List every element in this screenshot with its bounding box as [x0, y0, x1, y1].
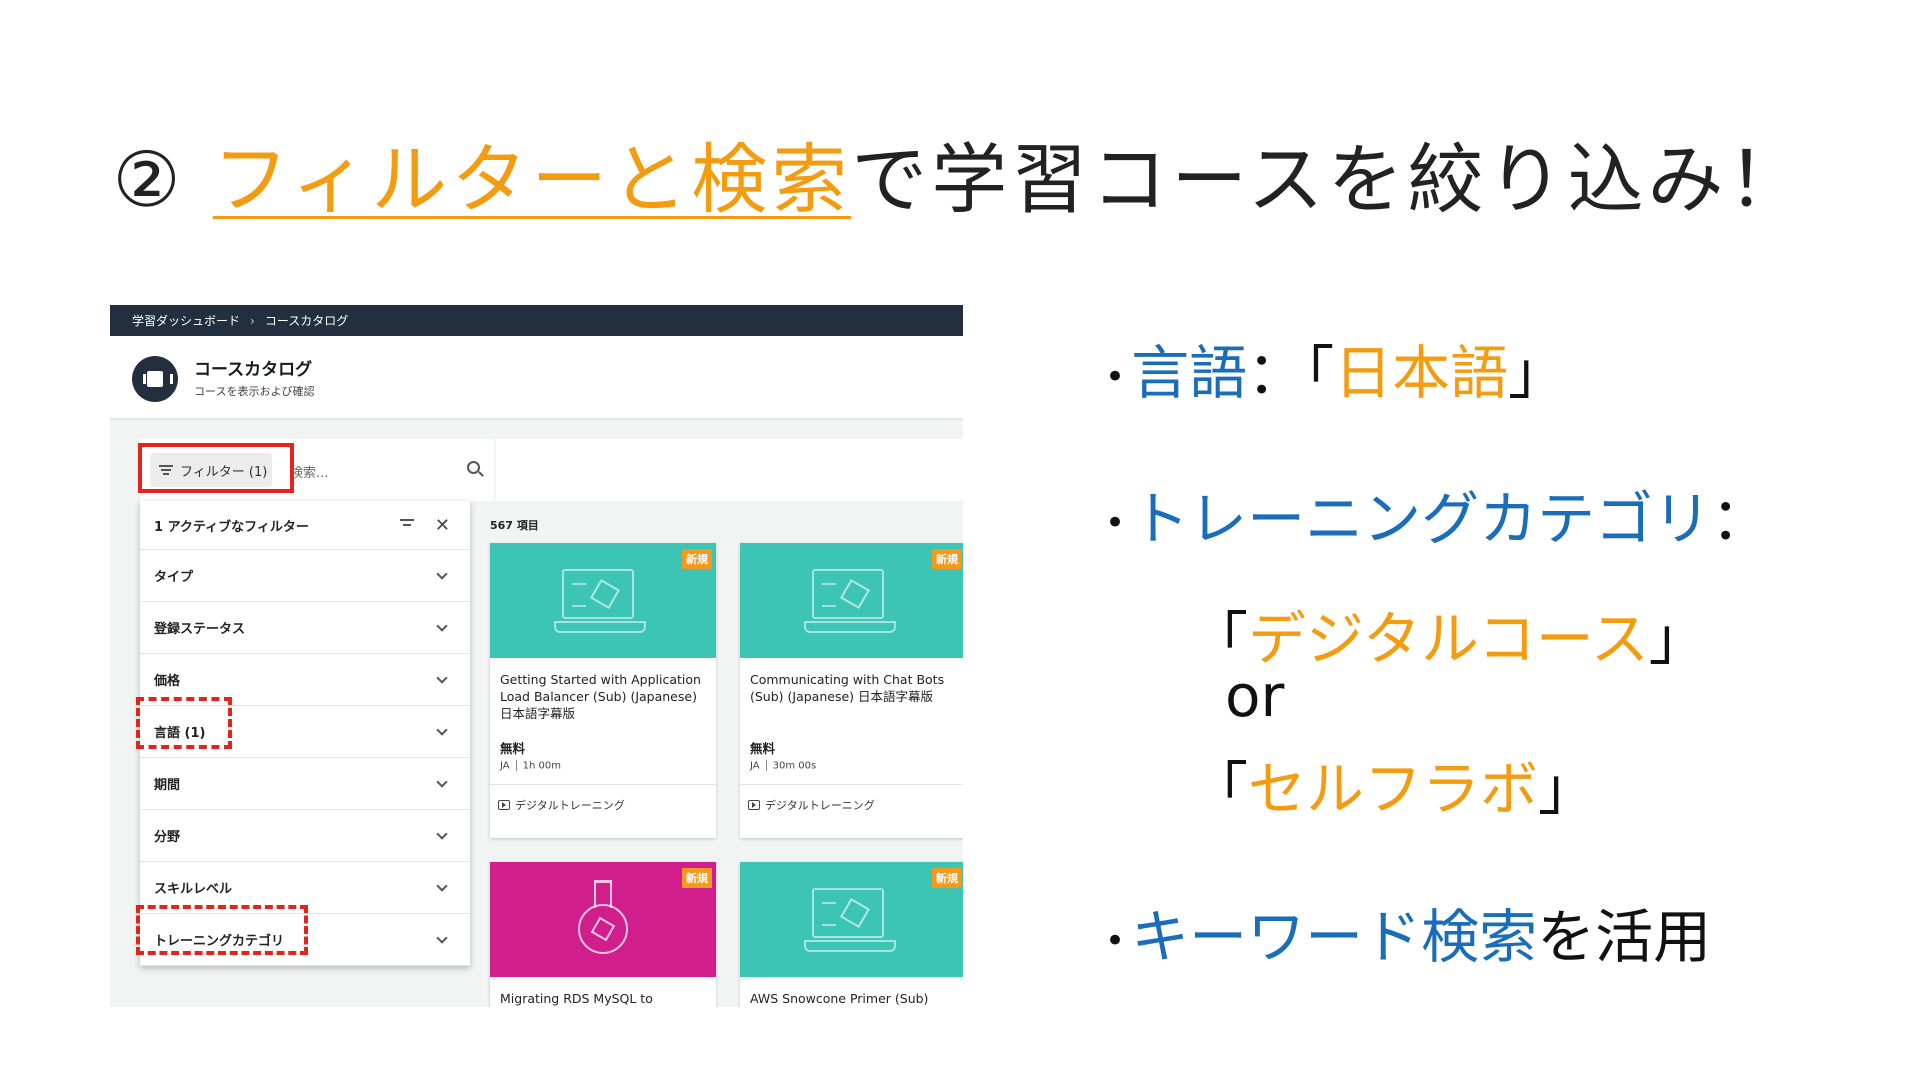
bullet-keyword-search: • キーワード検索を活用	[1105, 890, 1711, 974]
search-bar-extension	[496, 439, 963, 501]
chevron-down-icon	[436, 672, 448, 684]
filter-row-label: 分野	[154, 830, 181, 845]
chevron-down-icon	[436, 568, 448, 580]
title-prefix: ②	[112, 135, 213, 224]
catalog-icon	[132, 356, 178, 402]
chevron-down-icon	[436, 724, 448, 736]
course-thumbnail: 新規	[490, 862, 716, 977]
new-badge: 新規	[682, 868, 712, 888]
course-thumbnail: 新規	[490, 543, 716, 658]
chevron-down-icon	[436, 880, 448, 892]
course-title[interactable]: Communicating with Chat Bots (Sub) (Japa…	[740, 658, 963, 738]
course-category-label: デジタルトレーニング	[765, 798, 875, 812]
breadcrumb: 学習ダッシュボード › コースカタログ	[110, 305, 963, 336]
course-meta: JA 1h 00m	[490, 760, 716, 784]
title-highlight: フィルターと検索	[212, 135, 852, 224]
page-subtitle: コースを表示および確認	[194, 385, 315, 398]
active-filters-row: 1 アクティブなフィルター ✕	[140, 501, 470, 550]
new-badge: 新規	[932, 549, 962, 569]
keyword-label: キーワード検索	[1131, 903, 1538, 971]
course-card[interactable]: 新規 Getting Started with Application Load…	[490, 543, 716, 838]
filter-row-label: スキルレベル	[154, 882, 233, 897]
close-icon[interactable]: ✕	[435, 515, 450, 536]
filter-row-label: タイプ	[154, 570, 194, 585]
bullet-dot: •	[1105, 920, 1126, 961]
chevron-down-icon	[436, 828, 448, 840]
filter-row-label: 価格	[154, 674, 181, 689]
course-catalog-screenshot: 学習ダッシュボード › コースカタログ コースカタログ コースを表示および確認 …	[110, 305, 963, 1007]
selflab-close: 」	[1538, 755, 1597, 823]
course-duration: 1h 00m	[522, 760, 561, 772]
digital-value: デジタルコース	[1248, 605, 1649, 673]
chevron-down-icon	[436, 932, 448, 944]
page-title: コースカタログ	[194, 360, 313, 380]
course-language: JA	[500, 760, 510, 772]
chevron-down-icon	[436, 620, 448, 632]
course-card[interactable]: 新規 Communicating with Chat Bots (Sub) (J…	[740, 543, 963, 838]
results-count: 567 項目	[490, 519, 539, 532]
title-suffix: で学習コースを絞り込み！	[851, 135, 1808, 224]
course-thumbnail: 新規	[740, 543, 963, 658]
filter-row-domain[interactable]: 分野	[140, 810, 470, 862]
active-filters-label: 1 アクティブなフィルター	[154, 519, 309, 535]
category-colon: ：	[1711, 485, 1770, 553]
course-price: 無料	[500, 741, 526, 756]
search-icon[interactable]	[467, 461, 480, 474]
option-self-lab: 「セルフラボ」	[1190, 742, 1596, 826]
language-highlight-box	[136, 697, 232, 749]
breadcrumb-dashboard[interactable]: 学習ダッシュボード	[132, 312, 240, 329]
bullet-training-category: • トレーニングカテゴリ：	[1105, 472, 1769, 556]
laptop-icon	[554, 569, 646, 633]
bullet-dot: •	[1105, 502, 1126, 543]
bullet-language: • 言語：「日本語」	[1105, 326, 1566, 410]
page-header: コースカタログ コースを表示および確認	[110, 336, 963, 420]
bullet-dot: •	[1105, 356, 1126, 397]
filter-row-duration[interactable]: 期間	[140, 758, 470, 810]
language-colon: ：「	[1247, 339, 1335, 407]
course-language: JA	[750, 760, 760, 772]
breadcrumb-catalog[interactable]: コースカタログ	[265, 312, 348, 329]
category-label: トレーニングカテゴリ	[1131, 485, 1712, 553]
filter-row-enrollment[interactable]: 登録ステータス	[140, 602, 470, 654]
language-value: 日本語	[1334, 339, 1509, 407]
filter-row-label: 期間	[154, 778, 181, 793]
course-title[interactable]: Migrating RDS MySQL to	[490, 977, 716, 1007]
course-category-label: デジタルトレーニング	[515, 798, 625, 812]
selflab-open: 「	[1190, 755, 1249, 823]
option-or: or	[1225, 662, 1285, 730]
language-close: 」	[1508, 339, 1567, 407]
slide-title: ② フィルターと検索で学習コースを絞り込み！	[0, 118, 1920, 228]
language-label: 言語	[1131, 339, 1248, 407]
course-card[interactable]: 新規 AWS Snowcone Primer (Sub)	[740, 862, 963, 1007]
clear-filter-icon[interactable]	[400, 519, 414, 529]
search-input[interactable]: 検索...	[290, 462, 328, 481]
course-duration: 30m 00s	[772, 760, 817, 772]
filter-highlight-box	[138, 443, 294, 493]
course-title[interactable]: Getting Started with Application Load Ba…	[490, 658, 716, 738]
flask-icon	[578, 880, 628, 958]
video-icon	[498, 799, 510, 810]
breadcrumb-separator: ›	[250, 313, 255, 328]
chevron-down-icon	[436, 776, 448, 788]
category-highlight-box	[136, 905, 308, 955]
course-category: デジタルトレーニング	[740, 784, 963, 824]
course-price: 無料	[750, 741, 776, 756]
filter-row-label: 登録ステータス	[154, 622, 246, 637]
new-badge: 新規	[682, 549, 712, 569]
selflab-value: セルフラボ	[1248, 755, 1539, 823]
laptop-icon	[804, 888, 896, 952]
course-thumbnail: 新規	[740, 862, 963, 977]
keyword-suffix: を活用	[1537, 903, 1712, 971]
laptop-icon	[804, 569, 896, 633]
video-icon	[748, 799, 760, 810]
new-badge: 新規	[932, 868, 962, 888]
course-category: デジタルトレーニング	[490, 784, 716, 824]
course-meta: JA 30m 00s	[740, 760, 963, 784]
course-title[interactable]: AWS Snowcone Primer (Sub)	[740, 977, 963, 1007]
filter-row-type[interactable]: タイプ	[140, 550, 470, 602]
digital-close: 」	[1648, 605, 1707, 673]
course-card[interactable]: 新規 Migrating RDS MySQL to	[490, 862, 716, 1007]
